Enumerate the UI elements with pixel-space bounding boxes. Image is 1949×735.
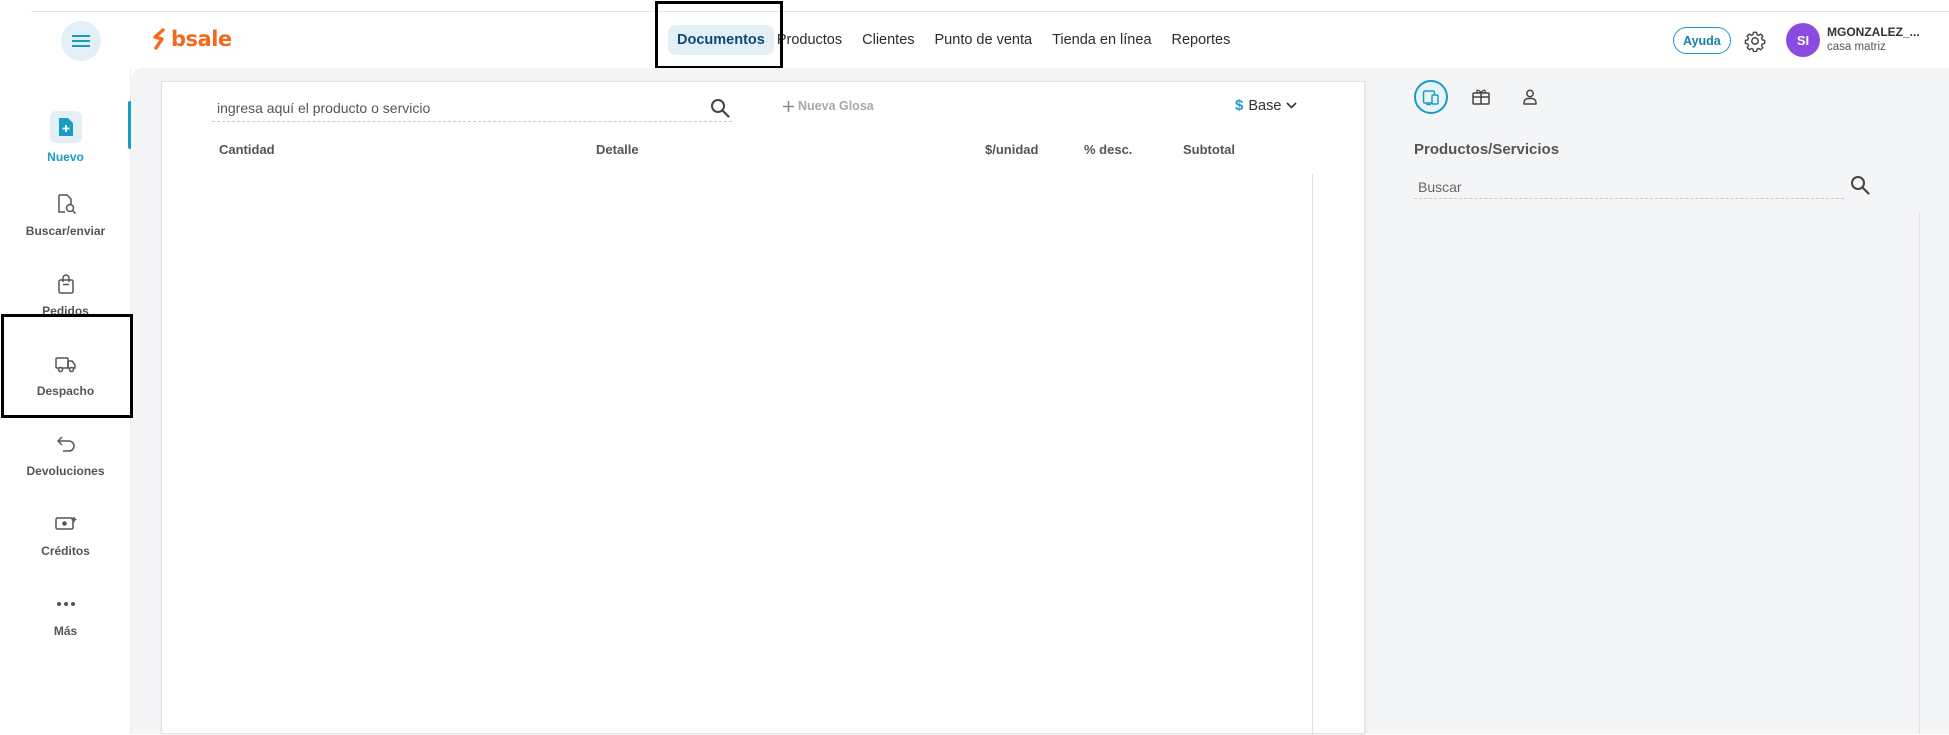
nav-documentos[interactable]: Documentos [668, 25, 774, 55]
sidebar-item-devoluciones[interactable]: Devoluciones [0, 421, 131, 493]
gear-icon [1744, 31, 1766, 52]
gift-icon [1472, 89, 1490, 105]
column-header-detalle: Detalle [596, 142, 639, 157]
column-header-cantidad: Cantidad [219, 142, 275, 157]
sidebar-label: Nuevo [47, 150, 84, 164]
user-branch: casa matriz [1827, 41, 1886, 53]
hamburger-icon [72, 35, 90, 47]
document-panel: Nueva Glosa $ Base Cantidad Detalle $/un… [161, 81, 1365, 735]
product-search-row [212, 96, 732, 122]
search-icon [711, 99, 730, 118]
price-list-select[interactable]: $ Base [1235, 97, 1297, 114]
truck-icon [53, 351, 79, 377]
nav-clientes[interactable]: Clientes [852, 25, 924, 55]
sidebar-item-creditos[interactable]: Créditos [0, 501, 131, 573]
product-search-button[interactable] [708, 96, 732, 120]
bsale-logo[interactable]: bsale [152, 27, 232, 51]
sidebar-item-buscar-enviar[interactable]: Buscar/enviar [0, 181, 131, 253]
sidebar-label: Pedidos [42, 304, 89, 318]
logo-text: bsale [171, 27, 232, 51]
more-dots-icon [53, 591, 79, 617]
document-search-icon [53, 191, 79, 217]
help-button[interactable]: Ayuda [1673, 27, 1731, 54]
sidebar-label: Más [53, 624, 78, 638]
document-plus-icon [49, 111, 82, 143]
sidebar-label: Despacho [36, 384, 95, 398]
tab-client[interactable] [1513, 80, 1547, 114]
return-arrow-icon [53, 431, 79, 457]
sidebar-item-nuevo[interactable]: Nuevo [0, 101, 132, 173]
sidebar-label: Devoluciones [26, 464, 105, 478]
plus-icon [783, 100, 794, 112]
cash-plus-icon [53, 511, 79, 537]
settings-button[interactable] [1741, 27, 1769, 55]
search-icon [1851, 176, 1870, 195]
nav-reportes[interactable]: Reportes [1162, 25, 1241, 55]
bsale-logo-icon [153, 28, 165, 50]
sidebar-label: Créditos [41, 544, 90, 558]
products-search-row [1414, 175, 1844, 199]
table-divider [1312, 174, 1313, 735]
left-sidebar: Nuevo Buscar/enviar Pedidos Despacho Dev… [0, 68, 132, 734]
column-header-descuento: % desc. [1084, 142, 1133, 157]
tab-gifts[interactable] [1464, 80, 1498, 114]
tab-products[interactable] [1414, 80, 1448, 114]
sidebar-item-pedidos[interactable]: Pedidos [0, 261, 131, 333]
new-glosa-button[interactable]: Nueva Glosa [782, 99, 874, 113]
column-header-precio-unidad: $/unidad [985, 142, 1039, 157]
products-search-button[interactable] [1848, 173, 1872, 197]
new-glosa-label: Nueva Glosa [798, 99, 874, 113]
main-nav: Documentos Productos Clientes Punto de v… [668, 25, 1240, 55]
products-panel: Productos/Servicios [1367, 68, 1949, 734]
person-icon [1523, 89, 1537, 105]
shopping-bag-icon [53, 271, 79, 297]
column-header-subtotal: Subtotal [1183, 142, 1235, 157]
hamburger-menu-button[interactable] [61, 21, 101, 61]
nav-punto-de-venta[interactable]: Punto de venta [925, 25, 1043, 55]
products-panel-title: Productos/Servicios [1414, 141, 1560, 158]
sidebar-item-mas[interactable]: Más [0, 581, 131, 653]
user-avatar[interactable]: SI [1786, 23, 1820, 57]
products-search-input[interactable] [1414, 175, 1834, 198]
products-list [1414, 213, 1920, 734]
chevron-down-icon [1286, 102, 1297, 109]
sidebar-item-despacho[interactable]: Despacho [0, 341, 131, 413]
price-list-value: Base [1248, 97, 1282, 114]
user-name[interactable]: MGONZALEZ_... [1827, 25, 1920, 39]
nav-productos[interactable]: Productos [774, 25, 852, 55]
device-icon [1422, 90, 1439, 106]
dollar-icon: $ [1235, 97, 1244, 114]
top-header: bsale Documentos Productos Clientes Punt… [0, 12, 1949, 68]
sidebar-label: Buscar/enviar [25, 224, 106, 238]
nav-tienda-en-linea[interactable]: Tienda en línea [1042, 25, 1161, 55]
product-search-input[interactable] [212, 96, 682, 120]
